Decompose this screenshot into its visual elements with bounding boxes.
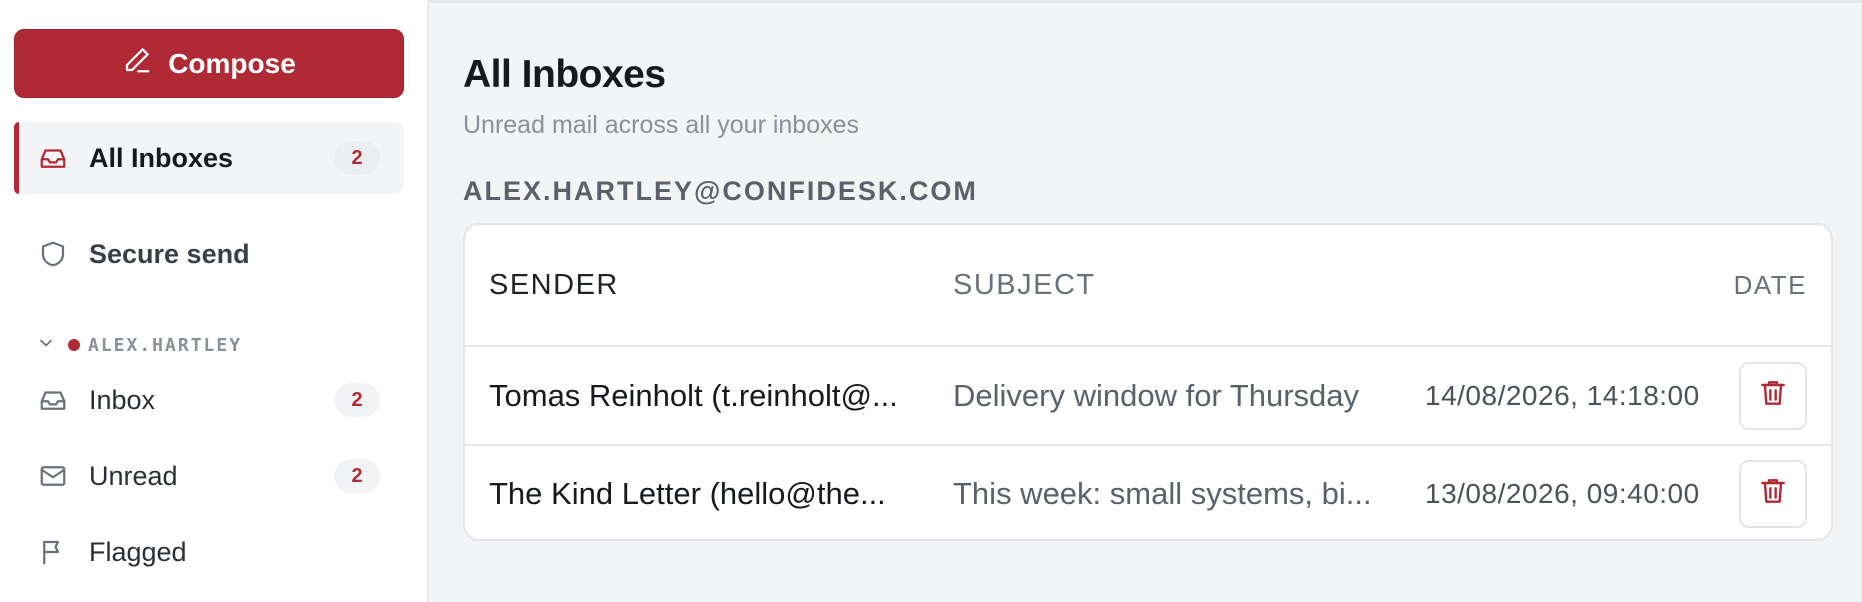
message-sender: The Kind Letter (hello@the... [489,475,886,511]
trash-icon [1757,475,1789,512]
shield-icon [37,238,69,270]
pencil-icon [122,45,152,82]
message-table: SENDER SUBJECT DATE Tomas Reinholt (t.re… [463,223,1833,541]
compose-button[interactable]: Compose [14,29,404,98]
sidebar-item-unread[interactable]: Unread 2 [14,440,404,512]
chevron-down-icon[interactable] [36,333,56,358]
unread-count-badge: 2 [334,459,380,493]
sidebar-item-label: Flagged [89,536,187,567]
sidebar-item-inbox[interactable]: Inbox 2 [14,364,404,436]
sidebar-item-label: Unread [89,460,178,491]
message-date: 13/08/2026, 09:40:00 [1425,477,1700,509]
column-header-subject[interactable]: SUBJECT [953,269,1734,302]
column-header-date[interactable]: DATE [1734,270,1807,301]
message-subject: Delivery window for Thursday [953,377,1360,413]
table-row[interactable]: The Kind Letter (hello@the... This week:… [465,444,1831,539]
delete-button[interactable] [1739,361,1807,430]
inbox-tray-icon [37,142,69,174]
table-header: SENDER SUBJECT DATE [465,225,1831,347]
message-subject: This week: small systems, bi... [953,475,1372,511]
account-status-dot [68,339,80,351]
account-section-header[interactable]: ALEX.HARTLEY [14,330,403,360]
page-title: All Inboxes [463,53,666,96]
table-row[interactable]: Tomas Reinholt (t.reinholt@... Delivery … [465,347,1831,444]
unread-count-badge: 2 [334,141,380,175]
account-email-heading: ALEX.HARTLEY@CONFIDESK.COM [463,176,978,206]
envelope-icon [37,460,69,492]
page-subtitle: Unread mail across all your inboxes [463,111,860,139]
inbox-tray-icon [37,384,69,416]
app-window: Compose All Inboxes 2 Secure send ALEX.H… [0,0,1862,602]
unread-count-badge: 2 [334,383,380,417]
trash-icon [1757,377,1789,414]
compose-label: Compose [168,47,296,79]
sidebar-item-label: Inbox [89,384,156,415]
sidebar-item-flagged[interactable]: Flagged [14,516,404,588]
main-content: All Inboxes Unread mail across all your … [429,0,1862,602]
column-header-sender[interactable]: SENDER [489,269,953,302]
sidebar: Compose All Inboxes 2 Secure send ALEX.H… [0,0,429,602]
sidebar-item-label: All Inboxes [89,142,234,173]
delete-button[interactable] [1739,459,1807,528]
sidebar-item-secure-send[interactable]: Secure send [14,218,404,290]
message-sender: Tomas Reinholt (t.reinholt@... [489,377,898,413]
sidebar-item-all-inboxes[interactable]: All Inboxes 2 [14,122,404,194]
account-name: ALEX.HARTLEY [88,334,243,356]
flag-icon [37,536,69,568]
sidebar-item-label: Secure send [89,238,250,269]
message-date: 14/08/2026, 14:18:00 [1425,379,1700,411]
